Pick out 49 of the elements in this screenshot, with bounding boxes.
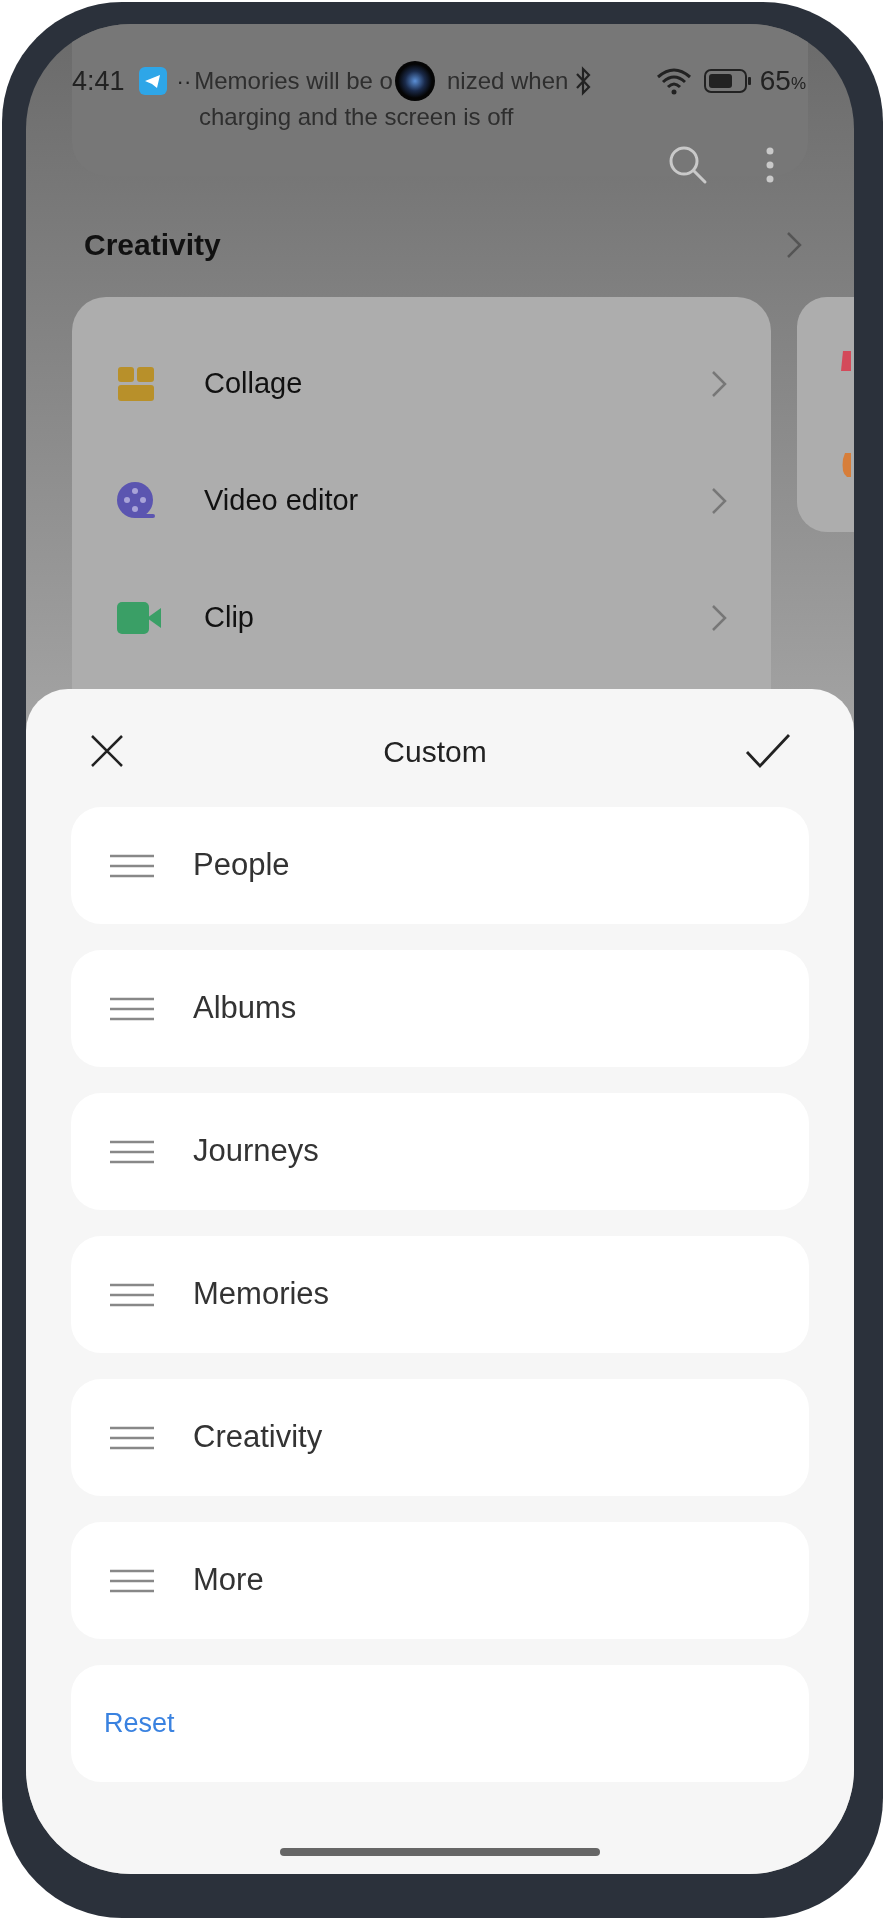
close-icon[interactable] bbox=[89, 733, 125, 769]
more-icon[interactable] bbox=[766, 147, 774, 183]
search-icon[interactable] bbox=[668, 145, 708, 185]
memories-message: Memories will be o bbox=[194, 66, 393, 96]
row-label: Creativity bbox=[193, 1418, 323, 1457]
drag-handle-icon[interactable] bbox=[110, 996, 154, 1021]
check-icon[interactable] bbox=[745, 732, 791, 770]
chevron-right-icon bbox=[711, 369, 727, 398]
creativity-item[interactable]: Clip bbox=[72, 559, 771, 676]
row-label: Memories bbox=[193, 1275, 330, 1314]
creativity-item[interactable]: Collage bbox=[72, 325, 771, 442]
battery-unit: % bbox=[790, 74, 806, 96]
drag-handle-icon[interactable] bbox=[110, 853, 154, 878]
chevron-right-icon bbox=[711, 603, 727, 632]
memories-message: nized when bbox=[446, 66, 569, 96]
telegram-icon bbox=[138, 67, 167, 95]
shape-icon bbox=[841, 349, 851, 373]
item-label: Video editor bbox=[204, 482, 360, 518]
reorder-row[interactable]: Memories bbox=[71, 1236, 809, 1353]
creativity-item[interactable]: Video editor bbox=[72, 442, 771, 559]
video-camera-icon bbox=[116, 600, 162, 635]
reset-link[interactable]: Reset bbox=[104, 1703, 175, 1744]
chevron-right-icon bbox=[711, 486, 727, 515]
reorder-row[interactable]: Journeys bbox=[71, 1093, 809, 1210]
reorder-row[interactable]: People bbox=[71, 807, 809, 924]
section-title: Creativity bbox=[84, 227, 221, 263]
bluetooth-icon bbox=[574, 66, 593, 96]
drag-handle-icon[interactable] bbox=[110, 1282, 154, 1307]
status-dots: ·· bbox=[176, 67, 192, 96]
row-label: Journeys bbox=[193, 1132, 319, 1171]
battery-percent: 65 bbox=[759, 64, 791, 98]
row-label: People bbox=[193, 846, 290, 885]
drag-handle-icon[interactable] bbox=[110, 1139, 154, 1164]
row-label: More bbox=[193, 1561, 264, 1600]
status-time: 4:41 bbox=[72, 64, 125, 98]
reorder-row[interactable]: More bbox=[71, 1522, 809, 1639]
reorder-row[interactable]: Albums bbox=[71, 950, 809, 1067]
memories-message: charging and the screen is off bbox=[199, 102, 514, 132]
wifi-icon bbox=[655, 67, 692, 95]
item-label: Collage bbox=[204, 365, 304, 401]
drag-handle-icon[interactable] bbox=[110, 1425, 154, 1450]
shape-icon bbox=[841, 453, 851, 477]
chevron-right-icon[interactable] bbox=[786, 230, 802, 259]
item-label: Clip bbox=[204, 599, 255, 635]
sheet-title: Custom bbox=[383, 733, 487, 770]
drag-handle-icon[interactable] bbox=[110, 1568, 154, 1593]
row-label: Albums bbox=[193, 989, 297, 1028]
reorder-row[interactable]: Creativity bbox=[71, 1379, 809, 1496]
battery-icon bbox=[703, 69, 752, 93]
